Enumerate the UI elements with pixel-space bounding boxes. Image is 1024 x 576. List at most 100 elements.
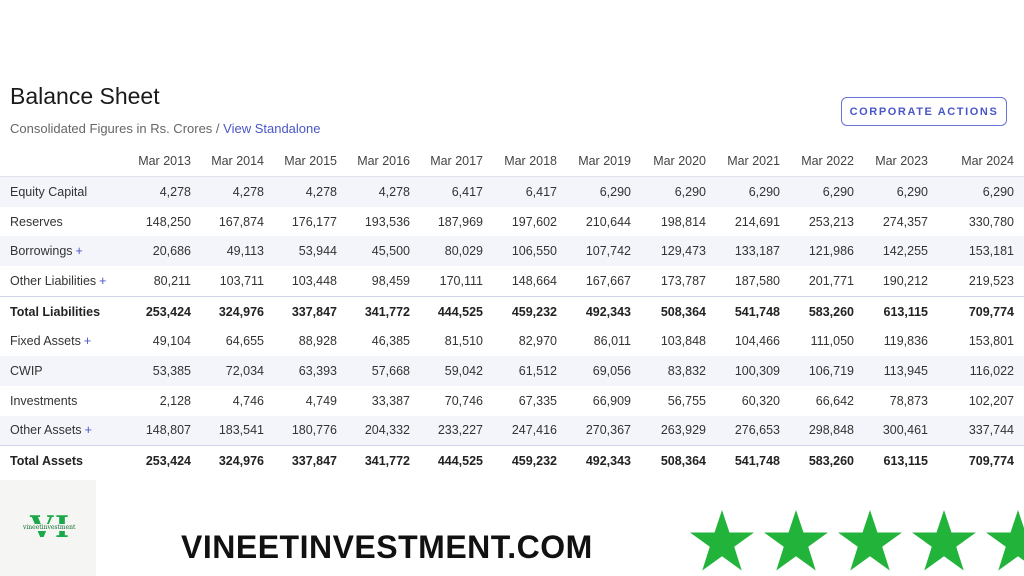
table-cell: 274,357 [882, 214, 928, 229]
column-header: Mar 2017 [420, 146, 493, 177]
expand-plus-icon[interactable]: + [84, 334, 91, 348]
view-standalone-link[interactable]: View Standalone [223, 121, 320, 136]
row-label: Total Assets [0, 445, 128, 476]
table-cell: 173,787 [660, 273, 706, 288]
table-body: Equity Capital 4,278 4,278 4,278 4,278 6,417 6… [0, 176, 1024, 476]
table-cell: 4,746 [232, 393, 264, 408]
table-cell: 6,417 [420, 176, 493, 207]
table-cell: 341,772 [347, 295, 420, 327]
table-cell: 129,473 [641, 236, 716, 267]
table-cell: 324,976 [201, 445, 274, 476]
table-cell: 98,459 [371, 273, 410, 288]
table-cell: 148,807 [128, 415, 201, 446]
table-cell: 70,746 [444, 393, 483, 408]
table-cell: 508,364 [641, 295, 716, 327]
column-header: Mar 2015 [274, 146, 347, 177]
table-cell: 61,512 [493, 356, 567, 386]
table-row: Reserves 148,250 167,874 176,177 193,536 187,… [0, 207, 1024, 237]
table-cell: 4,749 [305, 393, 337, 408]
logo-wordmark: vineetinvestment [22, 524, 77, 531]
brand-text: VINEETINVESTMENT.COM [181, 529, 593, 565]
table-row: Borrowings +20,686 49,113 53,944 45,500 80,02… [0, 236, 1024, 267]
column-header: Mar 2013 [128, 146, 201, 177]
star-icon [986, 510, 1024, 571]
table-cell: 583,260 [790, 295, 864, 327]
table-cell: 709,774 [938, 445, 1024, 476]
table-cell: 45,500 [347, 236, 420, 267]
table-total-row: Total Liabilities 253,424 324,976 337,847 34… [0, 295, 1024, 327]
row-label-text: Fixed Assets [10, 334, 81, 349]
table-cell: 102,207 [968, 393, 1014, 408]
table-cell: 6,290 [567, 176, 641, 207]
page-title: Balance Sheet [10, 83, 160, 109]
row-label[interactable]: Other Liabilities + [0, 266, 128, 296]
table-cell: 49,113 [201, 236, 274, 267]
table-cell: 80,029 [420, 236, 493, 267]
expand-plus-icon[interactable]: + [85, 423, 92, 437]
table-cell: 508,364 [641, 445, 716, 476]
table-cell: 170,111 [439, 273, 483, 288]
table-cell: 56,755 [667, 393, 706, 408]
row-label: Total Liabilities [0, 295, 128, 327]
table-cell: 82,970 [518, 334, 557, 349]
table-cell: 187,580 [734, 273, 780, 288]
table-cell: 49,104 [152, 334, 191, 349]
table-row: Other Assets +148,807 183,541 180,776 204,33… [0, 415, 1024, 446]
table-cell: 106,719 [790, 356, 864, 386]
table-cell: 66,642 [815, 393, 854, 408]
expand-plus-icon[interactable]: + [76, 244, 83, 258]
table-cell: 204,332 [347, 415, 420, 446]
table-row: Investments 2,128 4,746 4,749 33,387 70,746 67… [0, 386, 1024, 416]
table-cell: 300,461 [864, 415, 938, 446]
table-cell: 100,309 [716, 356, 790, 386]
column-header: Mar 2024 [938, 146, 1024, 177]
table-cell: 183,541 [201, 415, 274, 446]
table-cell: 72,034 [201, 356, 274, 386]
table-cell: 270,367 [567, 415, 641, 446]
row-label-text: Reserves [10, 214, 63, 229]
table-cell: 113,945 [864, 356, 938, 386]
table-cell: 153,801 [968, 334, 1014, 349]
row-label[interactable]: Borrowings + [0, 236, 128, 267]
table-cell: 153,181 [938, 236, 1024, 267]
table-cell: 148,250 [145, 214, 191, 229]
vineetinvestment-logo: V I vineetinvestment [0, 480, 96, 576]
table-cell: 106,550 [493, 236, 567, 267]
table-cell: 541,748 [716, 295, 790, 327]
column-header: Mar 2014 [201, 146, 274, 177]
table-cell: 6,290 [864, 176, 938, 207]
table-header-row: Mar 2013 Mar 2014 Mar 2015 Mar 2016 Mar 2017… [0, 146, 1024, 177]
table-row: Equity Capital 4,278 4,278 4,278 4,278 6,417 6… [0, 176, 1024, 207]
table-cell: 324,976 [201, 295, 274, 327]
column-header: Mar 2022 [790, 146, 864, 177]
column-header: Mar 2023 [864, 146, 938, 177]
table-row: Fixed Assets +49,104 64,655 88,928 46,385 81,… [0, 326, 1024, 356]
row-label-text: Borrowings [10, 244, 73, 259]
corporate-actions-button[interactable]: CORPORATE ACTIONS [841, 97, 1007, 126]
expand-plus-icon[interactable]: + [99, 274, 106, 288]
table-cell: 80,211 [153, 273, 191, 288]
table-cell: 103,848 [660, 334, 706, 349]
table-cell: 233,227 [420, 415, 493, 446]
table-cell: 119,836 [883, 334, 928, 349]
table-cell: 107,742 [567, 236, 641, 267]
table-cell: 190,212 [882, 273, 928, 288]
table-cell: 219,523 [968, 273, 1014, 288]
row-label[interactable]: Fixed Assets + [0, 326, 128, 356]
table-cell: 53,385 [128, 356, 201, 386]
table-cell: 67,335 [518, 393, 557, 408]
table-cell: 116,022 [938, 356, 1024, 386]
row-label[interactable]: Other Assets + [0, 415, 128, 446]
row-label-text: Other Assets [10, 423, 82, 438]
star-icon [912, 510, 976, 571]
row-label-text: Investments [10, 393, 78, 408]
table-cell: 6,290 [716, 176, 790, 207]
column-header: Mar 2016 [347, 146, 420, 177]
table-row: CWIP 53,385 72,034 63,393 57,668 59,042 61,512… [0, 356, 1024, 386]
table-cell: 60,320 [741, 393, 780, 408]
table-cell: 541,748 [716, 445, 790, 476]
table-cell: 167,874 [218, 214, 264, 229]
table-cell: 4,278 [347, 176, 420, 207]
table-cell: 142,255 [864, 236, 938, 267]
table-cell: 187,969 [437, 214, 483, 229]
